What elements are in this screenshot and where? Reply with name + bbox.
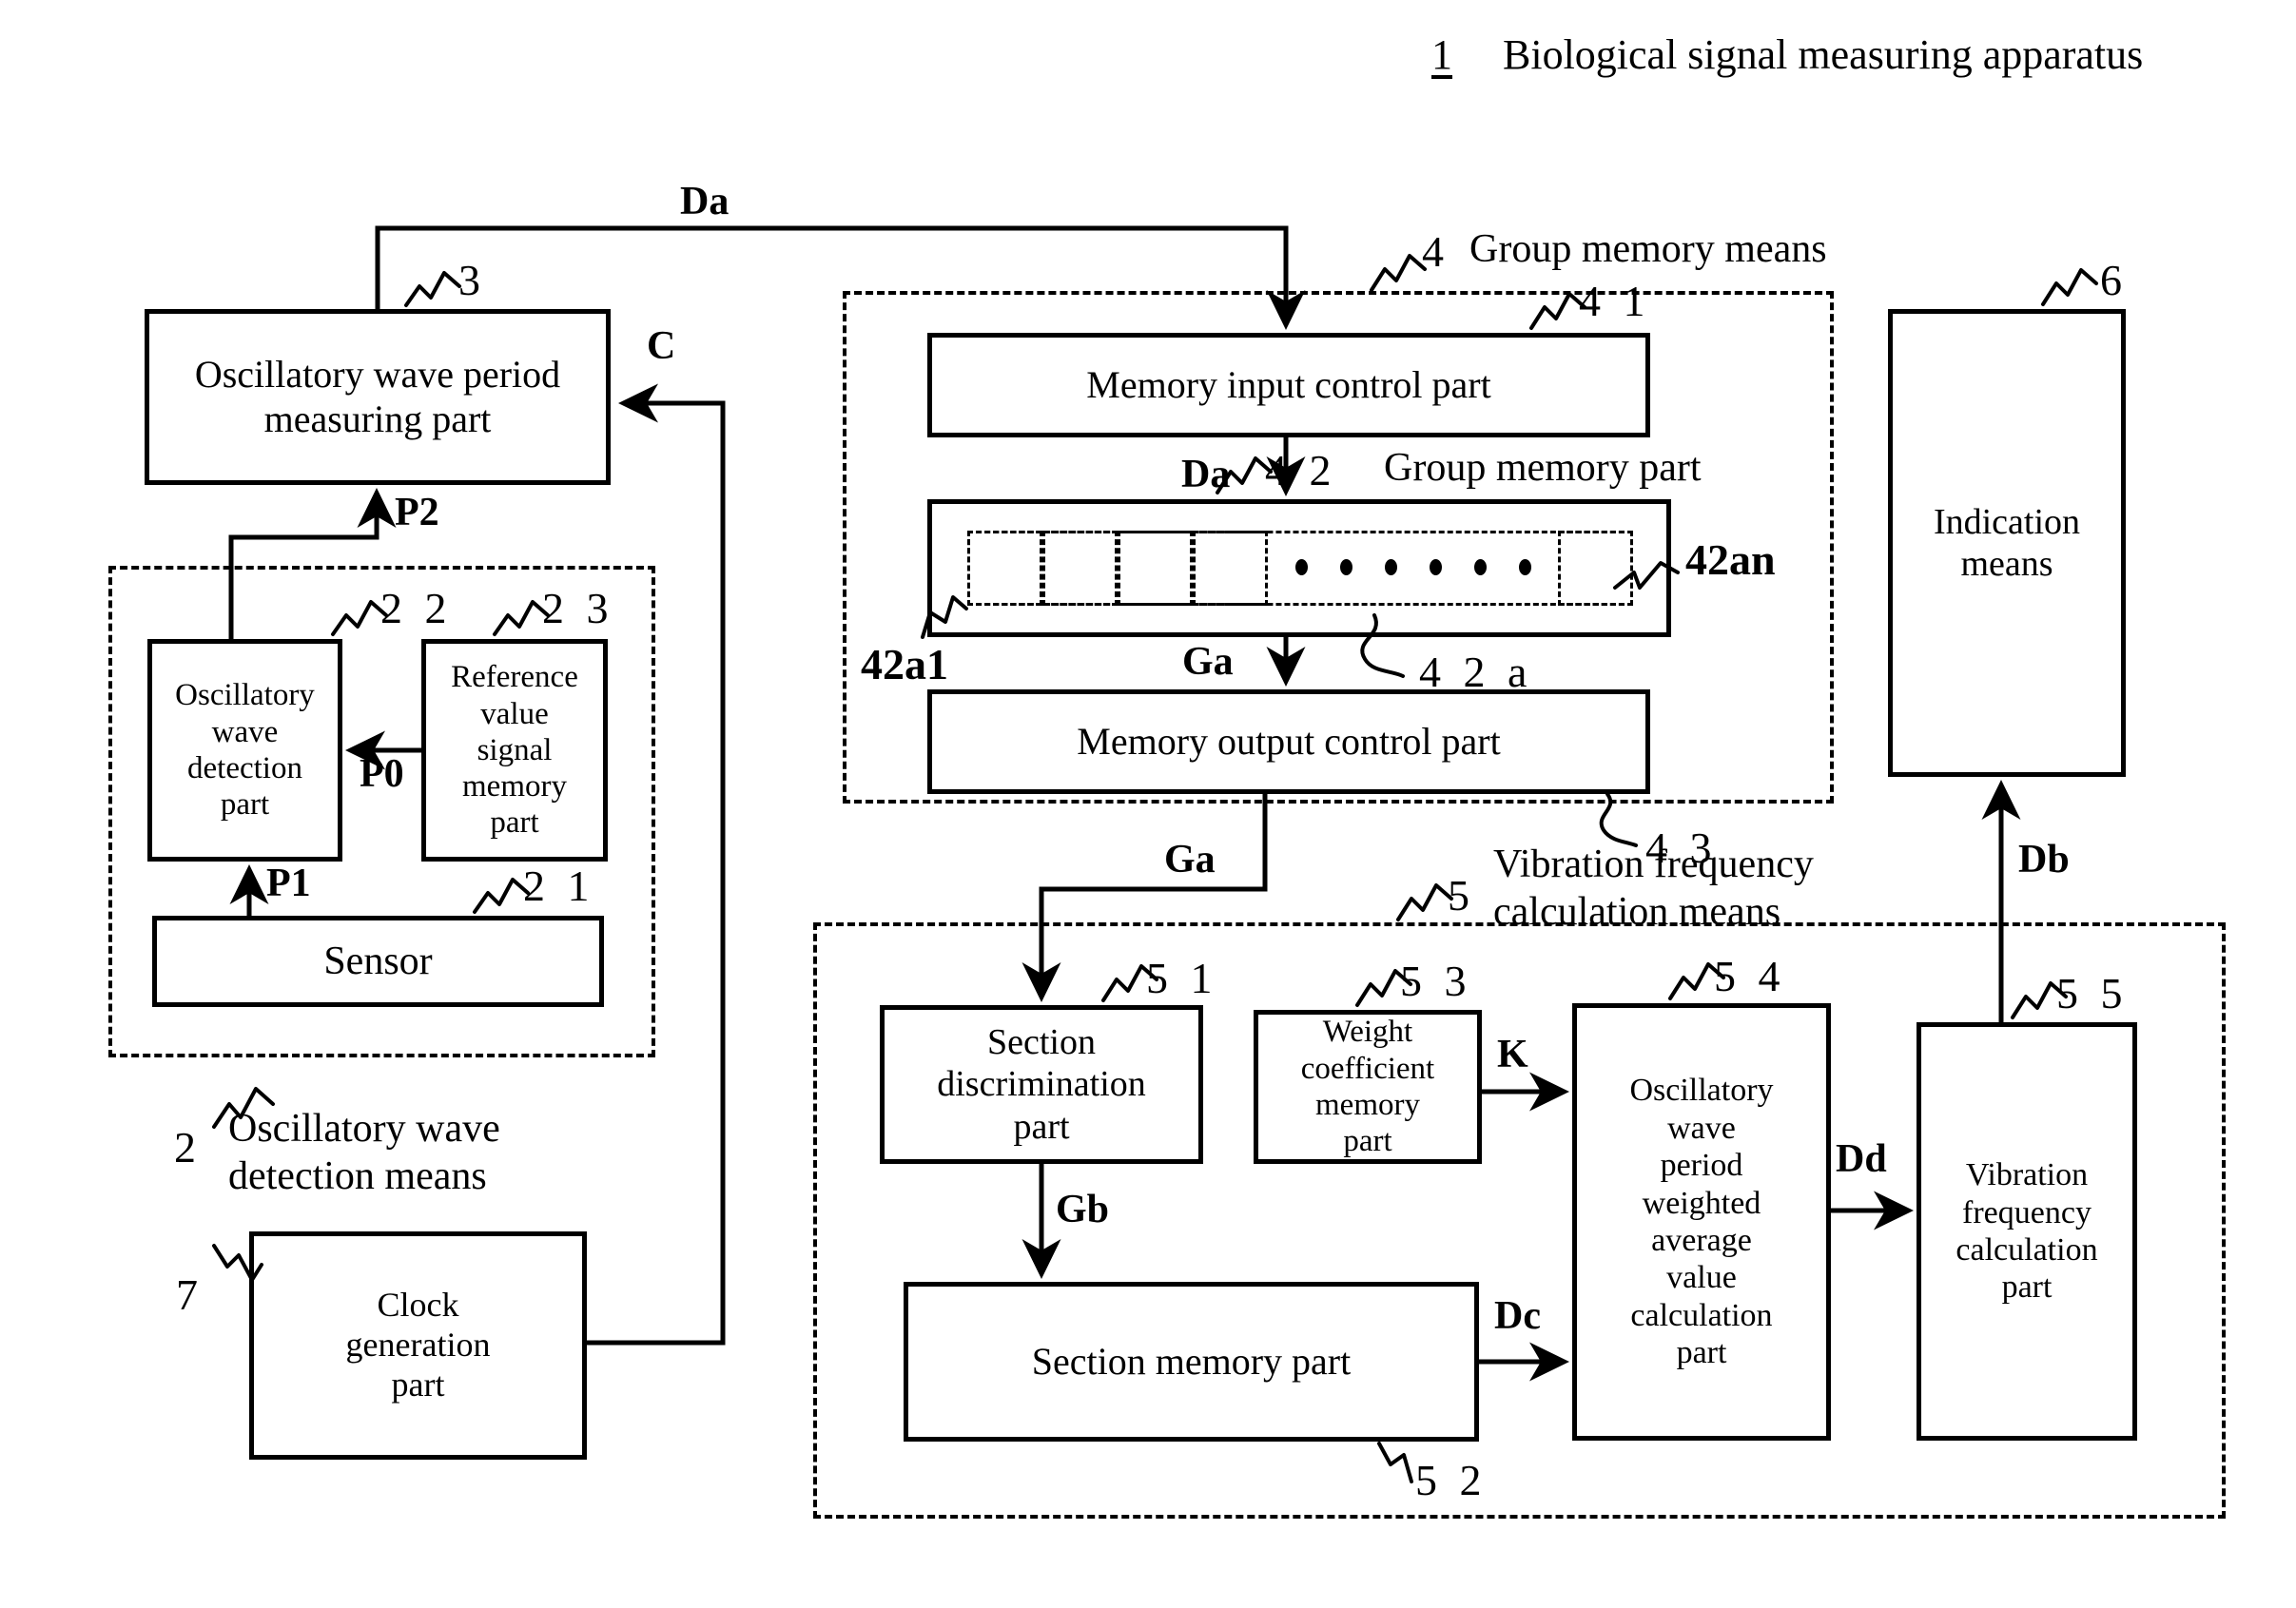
block-sensor[interactable]: Sensor [152,916,604,1007]
ref-number-7: 7 [176,1270,198,1319]
block-section-discrimination-part[interactable]: Section discrimination part [880,1005,1203,1164]
group-label-vibration-frequency-calculation-means: Vibration frequency calculation means [1493,843,1814,934]
block-label: Oscillatory wave detection part [175,678,315,823]
block-memory-input-control-part[interactable]: Memory input control part [927,333,1650,437]
block-label: Sensor [323,939,433,983]
block-label: Oscillatory wave period measuring part [194,353,561,440]
ref-number-42an: 42an [1685,535,1776,584]
group-label-osc-wave-detection-means: Oscillatory wave detection means [228,1107,500,1198]
ref-number-55: 5 5 [2056,969,2129,1017]
ref-number-23: 2 3 [542,584,614,632]
signal-label-Gb: Gb [1056,1188,1110,1231]
block-oscillatory-wave-detection-part[interactable]: Oscillatory wave detection part [147,639,342,862]
ref-number-42a: 4 2 a [1419,648,1533,696]
block-label: Section discrimination part [937,1022,1146,1147]
signal-label-C: C [647,324,676,368]
block-label: Clock generation part [345,1286,491,1404]
ref-number-21: 2 1 [523,862,595,910]
block-label: Oscillatory wave period weighted average… [1629,1073,1774,1371]
block-oscillatory-wave-period-weighted-average-value-calculation-part[interactable]: Oscillatory wave period weighted average… [1572,1003,1831,1441]
ref-number-4-group-memory-means: 4 [1422,227,1444,276]
group-memory-ellipsis-dots [1295,559,1531,575]
group-memory-cell-2 [1042,531,1118,606]
group-label-group-memory-means: Group memory means [1469,227,1827,271]
figure-title: Biological signal measuring apparatus [1503,31,2144,78]
ref-number-6: 6 [2100,256,2122,304]
block-indication-means[interactable]: Indication means [1888,309,2126,777]
ref-number-53: 5 3 [1400,957,1472,1005]
ref-number-54: 5 4 [1714,952,1786,1000]
block-oscillatory-wave-period-measuring-part[interactable]: Oscillatory wave period measuring part [145,309,611,485]
signal-label-Da-top: Da [680,180,730,223]
block-reference-value-signal-memory-part[interactable]: Reference value signal memory part [421,639,608,862]
signal-label-Ga-out: Ga [1164,838,1216,881]
patent-figure: 1 Biological signal measuring apparatus … [0,0,2296,1608]
block-vibration-frequency-calculation-part[interactable]: Vibration frequency calculation part [1917,1022,2137,1441]
signal-label-P2: P2 [395,491,439,534]
ref-number-41: 4 1 [1579,277,1651,325]
signal-label-P1: P1 [266,862,311,905]
signal-label-Da-mid: Da [1181,453,1231,496]
signal-label-Db: Db [2018,838,2070,881]
group-memory-cell-3 [1118,531,1193,606]
ref-number-5-vibration-means: 5 [1448,871,1469,920]
ref-number-22: 2 2 [380,584,453,632]
block-section-memory-part[interactable]: Section memory part [904,1282,1479,1442]
ref-number-42a1: 42a1 [861,640,948,688]
ref-number-51: 5 1 [1146,954,1218,1002]
signal-label-Ga-mid: Ga [1182,640,1234,684]
block-label: Weight coefficient memory part [1300,1015,1435,1159]
signal-label-P0: P0 [360,752,404,796]
label-group-memory-part: Group memory part [1384,446,1702,490]
signal-label-Dd: Dd [1836,1137,1887,1181]
block-label: Section memory part [1031,1339,1352,1383]
signal-label-K: K [1497,1033,1528,1076]
ref-number-2-osc-detection-means: 2 [174,1123,196,1172]
group-memory-cell-1 [967,531,1042,606]
figure-ref-number: 1 [1431,31,1452,78]
block-label: Memory input control part [1086,362,1491,406]
group-memory-cell-4 [1193,531,1268,606]
block-label: Memory output control part [1077,719,1501,763]
group-memory-cell-n [1558,531,1633,606]
block-weight-coefficient-memory-part[interactable]: Weight coefficient memory part [1254,1010,1482,1164]
block-label: Vibration frequency calculation part [1955,1157,2098,1306]
block-label: Indication means [1933,501,2081,584]
block-label: Reference value signal memory part [451,660,578,841]
block-clock-generation-part[interactable]: Clock generation part [249,1231,587,1460]
ref-number-52: 5 2 [1415,1456,1488,1504]
ref-number-3: 3 [458,256,480,304]
ref-number-42: 4 2 [1265,446,1337,494]
block-memory-output-control-part[interactable]: Memory output control part [927,689,1650,794]
signal-label-Dc: Dc [1494,1294,1541,1338]
